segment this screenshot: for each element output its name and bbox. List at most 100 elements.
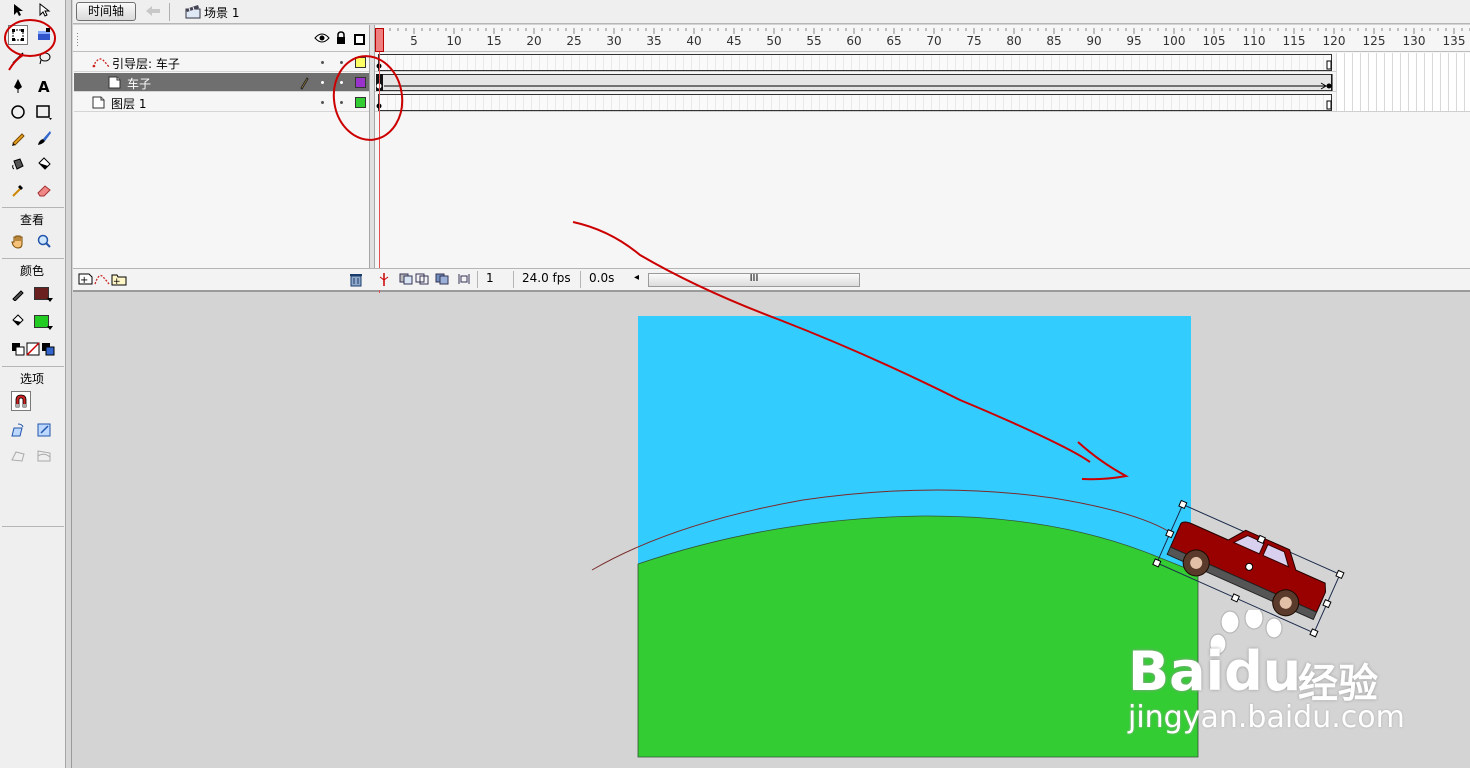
add-layer-icon[interactable]: +: [78, 272, 94, 289]
timeline-toggle-button[interactable]: 时间轴: [76, 2, 136, 21]
ruler-tick-label: 15: [486, 34, 502, 48]
scale-button[interactable]: [34, 420, 54, 440]
layer-lock-dot[interactable]: [340, 61, 343, 64]
timeline-horizontal-scrollbar[interactable]: III: [648, 273, 860, 287]
edit-multiple-frames-icon[interactable]: [435, 273, 449, 288]
layer-header: [73, 28, 369, 52]
add-folder-icon[interactable]: +: [111, 272, 127, 289]
ruler-tick-label: 100: [1162, 34, 1186, 48]
layer-visible-dot[interactable]: [321, 81, 324, 84]
svg-text:A: A: [38, 78, 50, 94]
layer-page-icon: [92, 96, 105, 109]
ruler-tick-label: 135: [1442, 34, 1466, 48]
snap-to-objects-button[interactable]: [11, 391, 31, 411]
onion-skin-icon[interactable]: [399, 273, 413, 288]
ruler-tick-label: 50: [766, 34, 782, 48]
layer-row-car[interactable]: 车子: [74, 73, 369, 92]
guide-keyframes: [376, 60, 1332, 70]
toolbox-splitter[interactable]: [66, 0, 72, 768]
watermark-brand-du: du: [1224, 640, 1302, 703]
show-hide-all-eye-icon[interactable]: [314, 32, 330, 47]
swap-colors-button[interactable]: [38, 339, 58, 359]
ruler-tick-label: 80: [1006, 34, 1022, 48]
svg-text:+: +: [80, 275, 88, 286]
free-transform-icon: [12, 29, 24, 41]
frame-row-layer1[interactable]: [375, 93, 1470, 112]
layer-visible-dot[interactable]: [321, 61, 324, 64]
layer-lock-dot[interactable]: [340, 81, 343, 84]
text-tool[interactable]: A: [34, 76, 54, 96]
pen-tool[interactable]: [8, 76, 28, 96]
arrow-tool[interactable]: [8, 0, 28, 20]
lasso-tool[interactable]: [34, 48, 54, 68]
ruler-tick-label: 130: [1402, 34, 1426, 48]
layer-edit-pencil-icon: [300, 77, 309, 90]
ink-bottle-tool[interactable]: [8, 154, 28, 174]
subselect-tool[interactable]: [34, 0, 54, 20]
layer-outline-color[interactable]: [355, 77, 366, 88]
line-tool[interactable]: [8, 48, 28, 68]
layer-visible-dot[interactable]: [321, 101, 324, 104]
text-icon: A: [38, 78, 50, 94]
oval-tool[interactable]: [8, 102, 28, 122]
fill-transform-tool[interactable]: [34, 25, 54, 45]
empty-frame-grid[interactable]: [1336, 53, 1470, 111]
watermark-url: jingyan.baidu.com: [1128, 700, 1405, 735]
fill-color-dropdown-icon: [47, 326, 53, 330]
lock-all-icon[interactable]: [335, 31, 347, 48]
layer-name-car: 车子: [127, 77, 152, 91]
toolbox: A 查看 颜色 选项: [0, 0, 66, 768]
magnifier-icon: [37, 234, 51, 248]
rotate-skew-button[interactable]: [8, 420, 28, 440]
frames-area[interactable]: 5 10 15 20 25 30 35 40 45 50 55 60 65 70 75 80 85 90 95 100…: [375, 25, 1470, 292]
ruler-tick-label: 95: [1126, 34, 1142, 48]
ruler-tick-label: 40: [686, 34, 702, 48]
onion-skin-outlines-icon[interactable]: [415, 273, 429, 288]
line-icon: [12, 52, 24, 64]
motion-guide-layer-icon: [92, 58, 110, 68]
paint-bucket-tool[interactable]: [34, 154, 54, 174]
stage-ground-hill[interactable]: [637, 515, 1199, 758]
frame-rate-field[interactable]: 24.0 fps: [513, 271, 575, 288]
layer-row-layer1[interactable]: 图层 1: [74, 93, 369, 112]
modify-onion-markers-icon[interactable]: [457, 273, 471, 288]
rectangle-tool[interactable]: [34, 102, 54, 122]
ruler-tick-label: 115: [1282, 34, 1306, 48]
eyedropper-icon: [12, 185, 23, 197]
back-arrow-icon[interactable]: [145, 4, 161, 21]
playhead[interactable]: [375, 28, 384, 52]
fill-color-icon-holder: [8, 311, 28, 331]
ruler-tick-label: 30: [606, 34, 622, 48]
delete-layer-trash-icon[interactable]: [349, 272, 363, 290]
layer-outline-color[interactable]: [355, 97, 366, 108]
stroke-color-dropdown-icon: [47, 298, 53, 302]
watermark-brand: Baidu: [1128, 640, 1301, 703]
frame-ruler[interactable]: 5 10 15 20 25 30 35 40 45 50 55 60 65 70 75 80 85 90 95 100…: [375, 28, 1470, 52]
layer-row-guide[interactable]: 引导层: 车子: [74, 53, 369, 72]
envelope-icon: [37, 450, 51, 462]
center-frame-icon[interactable]: [377, 271, 391, 290]
ruler-tick-label: 105: [1202, 34, 1226, 48]
eyedropper-tool[interactable]: [8, 180, 28, 200]
frame-row-car[interactable]: [375, 73, 1470, 92]
layer-lock-dot[interactable]: [340, 101, 343, 104]
zoom-tool[interactable]: [34, 231, 54, 251]
ruler-tick-label: 110: [1242, 34, 1266, 48]
ruler-tick-label: 85: [1046, 34, 1062, 48]
scene-breadcrumb[interactable]: 场景 1: [204, 4, 239, 21]
ruler-tick-label: 70: [926, 34, 942, 48]
frame-row-guide[interactable]: [375, 53, 1470, 72]
scale-icon: [37, 423, 51, 437]
pencil-tool[interactable]: [8, 128, 28, 148]
layer-outline-color[interactable]: [355, 57, 366, 68]
watermark-brand-bai: Bai: [1128, 640, 1225, 703]
eraser-tool[interactable]: [34, 180, 54, 200]
scroll-left-arrow-icon[interactable]: ◂: [634, 272, 639, 283]
svg-text:+: +: [113, 277, 121, 286]
hand-tool[interactable]: [8, 231, 28, 251]
add-motion-guide-icon[interactable]: [94, 272, 110, 289]
outline-all-icon[interactable]: [354, 34, 365, 45]
scene-clapper-icon: [185, 4, 201, 22]
free-transform-tool[interactable]: [8, 25, 28, 45]
brush-tool[interactable]: [34, 128, 54, 148]
